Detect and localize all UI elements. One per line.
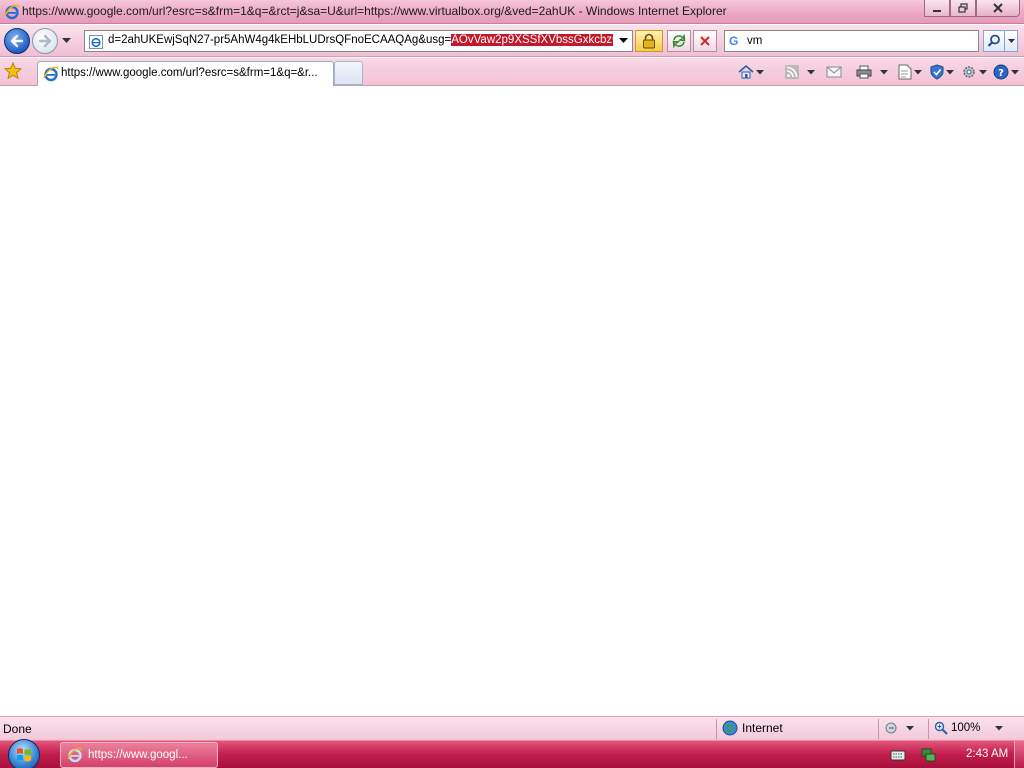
rss-feed-icon [785, 65, 799, 79]
chevron-down-icon [807, 69, 815, 74]
restore-button[interactable] [950, 0, 976, 17]
security-zone[interactable]: Internet [722, 720, 783, 736]
status-text: Done [3, 722, 32, 736]
status-divider [928, 719, 929, 739]
safety-menu-button[interactable] [928, 61, 956, 83]
zone-label: Internet [742, 721, 783, 735]
home-icon [738, 64, 754, 79]
search-box[interactable]: G [724, 30, 979, 52]
close-button[interactable] [976, 0, 1020, 17]
chevron-down-icon [914, 69, 922, 74]
chevron-down-icon [1011, 69, 1019, 74]
globe-icon [722, 720, 738, 736]
system-tray [890, 741, 936, 768]
chevron-down-icon [61, 38, 71, 43]
chevron-down-icon [880, 69, 888, 74]
chevron-down-icon [756, 69, 764, 74]
chevron-down-icon [995, 725, 1004, 730]
page-menu-button[interactable] [896, 61, 924, 83]
back-button[interactable] [4, 28, 30, 54]
chevron-down-icon [946, 69, 954, 74]
keyboard-icon[interactable] [890, 749, 906, 761]
internet-explorer-icon [43, 66, 59, 82]
read-mail-button[interactable] [822, 61, 846, 83]
title-bar: https://www.google.com/url?esrc=s&frm=1&… [0, 0, 1024, 24]
forward-arrow-icon [38, 34, 52, 48]
tab-active[interactable]: https://www.google.com/url?esrc=s&frm=1&… [37, 61, 334, 86]
back-arrow-icon [10, 34, 24, 48]
address-url-selection: AOvVaw2p9XSSfXVbssGxkcbzGiE7 [451, 34, 613, 46]
navigation-bar: d=2ahUKEwjSqN27-pr5AhW4g4kEHbLUDrsQFnoEC… [0, 25, 1024, 57]
home-button[interactable] [732, 61, 770, 83]
help-menu-button[interactable]: ? [992, 61, 1020, 83]
taskbar-item-internet-explorer[interactable]: https://www.googl... [60, 742, 218, 768]
taskbar: https://www.googl... 2:43 AM [0, 739, 1024, 768]
internet-explorer-icon [4, 4, 20, 20]
stop-icon [700, 36, 710, 46]
address-dropdown[interactable] [616, 33, 630, 49]
protected-mode-icon [885, 722, 897, 734]
start-button[interactable] [8, 739, 40, 768]
lock-icon [643, 33, 655, 49]
window-title: https://www.google.com/url?esrc=s&frm=1&… [22, 4, 727, 18]
recent-pages-dropdown[interactable] [60, 35, 72, 47]
minimize-button[interactable] [924, 0, 950, 17]
search-input[interactable] [747, 33, 972, 49]
feeds-button[interactable] [778, 61, 822, 83]
address-url-text: d=2ahUKEwjSqN27-pr5AhW4g4kEHbLUDrsQFnoEC… [108, 34, 452, 46]
shield-icon [930, 64, 944, 80]
stop-button[interactable] [693, 30, 717, 52]
close-icon [993, 3, 1003, 13]
google-icon: G [729, 34, 739, 48]
address-url[interactable]: d=2ahUKEwjSqN27-pr5AhW4g4kEHbLUDrsQFnoEC… [108, 34, 613, 46]
search-button[interactable] [983, 30, 1005, 52]
zoom-control[interactable]: 100% [934, 721, 1004, 735]
status-divider [716, 719, 717, 739]
page-content[interactable] [0, 87, 1024, 715]
tab-bar: https://www.google.com/url?esrc=s&frm=1&… [0, 58, 1024, 86]
network-icon[interactable] [920, 747, 936, 763]
gear-icon [963, 66, 975, 78]
clock[interactable]: 2:43 AM [966, 748, 1008, 760]
protected-mode-button[interactable] [884, 721, 914, 735]
chevron-down-icon [1007, 38, 1015, 43]
chevron-down-icon [906, 725, 914, 730]
internet-explorer-icon [67, 747, 83, 763]
show-desktop-button[interactable] [1014, 741, 1024, 768]
new-tab-button[interactable] [334, 61, 363, 85]
refresh-icon [672, 34, 686, 48]
address-bar[interactable]: d=2ahUKEwjSqN27-pr5AhW4g4kEHbLUDrsQFnoEC… [84, 30, 633, 52]
status-divider [878, 719, 879, 739]
svg-text:?: ? [998, 68, 1004, 79]
zoom-icon [934, 721, 948, 735]
security-lock-button[interactable] [635, 30, 663, 52]
chevron-down-icon [618, 38, 628, 43]
restore-icon [958, 3, 968, 13]
search-options-dropdown[interactable] [1005, 30, 1018, 52]
minimize-icon [933, 10, 941, 12]
tab-label: https://www.google.com/url?esrc=s&frm=1&… [61, 67, 318, 79]
page-icon [89, 35, 103, 49]
window-controls [924, 0, 1020, 18]
print-button[interactable] [852, 61, 892, 83]
favorites-star-icon[interactable] [4, 62, 22, 80]
status-bar: Done Internet 100% [0, 716, 1024, 740]
printer-icon [856, 65, 872, 79]
windows-logo-icon [17, 748, 31, 762]
search-icon [987, 34, 1000, 47]
command-bar: ? [732, 61, 1020, 83]
mail-icon [826, 66, 842, 78]
help-icon: ? [993, 64, 1009, 80]
chevron-down-icon [979, 69, 987, 74]
tools-menu-button[interactable] [960, 61, 988, 83]
forward-button[interactable] [32, 28, 58, 54]
zoom-level: 100% [951, 722, 981, 734]
refresh-button[interactable] [667, 30, 691, 52]
taskbar-item-label: https://www.googl... [88, 749, 188, 761]
page-menu-icon [898, 64, 912, 80]
